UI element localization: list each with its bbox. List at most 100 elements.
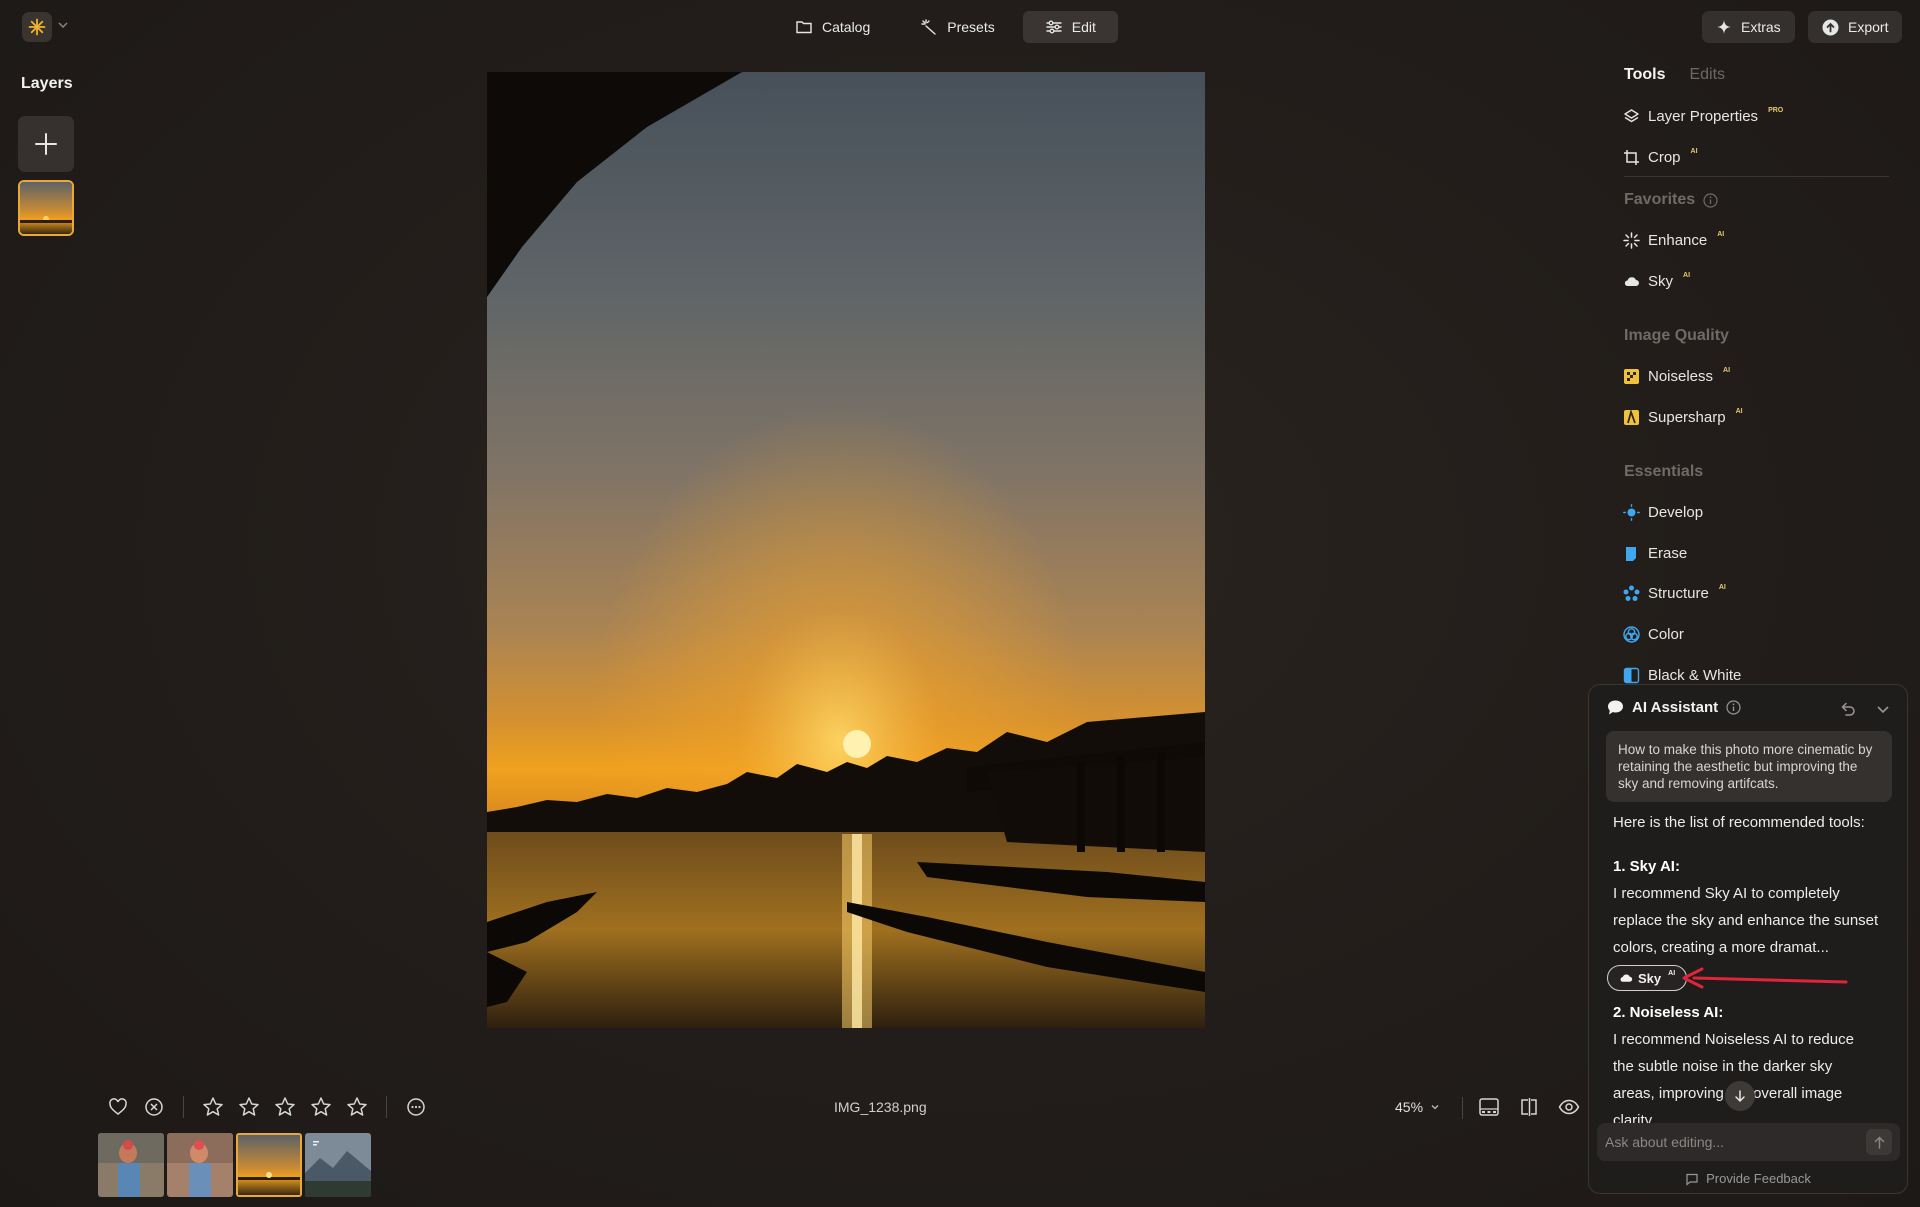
app-logo-button[interactable]: [22, 12, 52, 42]
tool-label: Black & White: [1648, 667, 1742, 684]
arrow-down-icon: [1735, 1090, 1745, 1103]
more-options-icon[interactable]: [403, 1094, 429, 1120]
tool-sky[interactable]: Sky AI: [1623, 272, 1690, 290]
collapse-chevron-icon[interactable]: [1875, 701, 1891, 717]
tool-black-white[interactable]: Black & White: [1623, 667, 1741, 684]
film-thumbnail[interactable]: [167, 1133, 233, 1197]
layer-thumbnail[interactable]: [18, 180, 74, 236]
sparkle-wand-icon: [921, 19, 936, 35]
extras-button[interactable]: Extras: [1702, 11, 1795, 43]
plus-icon: [35, 133, 57, 155]
compare-split-icon[interactable]: [1516, 1094, 1542, 1120]
section-image-quality: Image Quality: [1624, 327, 1729, 345]
portrait-thumbnail-image: [167, 1133, 233, 1197]
info-icon[interactable]: [1703, 192, 1718, 208]
recommendation-text: I recommend Noiseless AI to reduce the s…: [1613, 1031, 1854, 1129]
tool-label: Erase: [1648, 545, 1688, 562]
chip-label: Sky: [1638, 970, 1662, 986]
tool-label: Layer Properties: [1648, 108, 1759, 125]
star-1-icon[interactable]: [200, 1094, 226, 1120]
tool-noiseless[interactable]: Noiseless AI: [1623, 367, 1731, 385]
upload-circle-icon: [1822, 19, 1839, 35]
zoom-dropdown[interactable]: 45%: [1395, 1099, 1441, 1115]
export-button[interactable]: Export: [1808, 11, 1903, 43]
tab-edits[interactable]: Edits: [1689, 66, 1725, 84]
film-thumbnail[interactable]: [98, 1133, 164, 1197]
film-thumbnail-selected[interactable]: [236, 1133, 302, 1197]
arrow-up-icon: [1874, 1135, 1884, 1149]
divider: [386, 1096, 387, 1118]
section-label: Image Quality: [1624, 327, 1729, 344]
tool-label: Enhance: [1648, 232, 1708, 249]
tab-presets-label: Presets: [947, 19, 995, 35]
tool-color[interactable]: Color: [1623, 626, 1684, 643]
chevron-down-icon[interactable]: [56, 18, 70, 32]
sliders-icon: [1046, 20, 1062, 34]
black-white-icon: [1623, 667, 1640, 684]
send-button[interactable]: [1866, 1129, 1892, 1155]
undo-icon[interactable]: [1839, 700, 1857, 718]
panel-tabs: Tools Edits: [1624, 66, 1725, 84]
user-prompt-bubble: How to make this photo more cinematic by…: [1606, 731, 1892, 802]
image-filename: IMG_1238.png: [834, 1099, 927, 1115]
tool-label: Develop: [1648, 504, 1704, 521]
ai-badge: AI: [1718, 584, 1726, 591]
tool-crop[interactable]: Crop AI: [1623, 148, 1698, 166]
ai-badge: AI: [1735, 408, 1743, 415]
feedback-label: Provide Feedback: [1706, 1171, 1811, 1186]
reject-icon[interactable]: [141, 1094, 167, 1120]
favorite-heart-icon[interactable]: [105, 1094, 131, 1120]
pro-badge: PRO: [1768, 107, 1784, 114]
star-5-icon[interactable]: [344, 1094, 370, 1120]
sky-tool-chip[interactable]: Sky AI: [1607, 965, 1688, 991]
ai-badge: AI: [1690, 148, 1698, 155]
ai-chat-input[interactable]: [1597, 1123, 1900, 1161]
tab-catalog-label: Catalog: [822, 19, 871, 35]
tool-layer-properties[interactable]: Layer Properties PRO: [1623, 107, 1784, 125]
tool-structure[interactable]: Structure AI: [1623, 584, 1726, 602]
tool-label: Color: [1648, 626, 1684, 643]
tab-catalog[interactable]: Catalog: [773, 11, 892, 43]
sunset-thumbnail-image: [20, 182, 72, 234]
filmstrip-toggle-icon[interactable]: [1476, 1094, 1502, 1120]
sunset-thumbnail-image: [238, 1135, 300, 1195]
info-icon[interactable]: [1726, 700, 1741, 715]
supersharp-icon: [1623, 409, 1640, 426]
star-2-icon[interactable]: [236, 1094, 262, 1120]
structure-icon: [1623, 585, 1640, 602]
cloud-icon: [1623, 273, 1640, 290]
divider: [183, 1096, 184, 1118]
annotation-arrow: [1682, 967, 1848, 989]
preview-eye-icon[interactable]: [1556, 1094, 1582, 1120]
tool-supersharp[interactable]: Supersharp AI: [1623, 408, 1743, 426]
ai-assistant-title: AI Assistant: [1632, 699, 1719, 716]
recommendation-heading: 2. Noiseless AI:: [1613, 1004, 1724, 1021]
sunset-lake-photo: [487, 72, 1205, 1028]
scroll-down-button[interactable]: [1725, 1081, 1755, 1111]
rating-toolbar: [105, 1094, 429, 1120]
noiseless-icon: [1623, 368, 1640, 385]
divider: [1462, 1097, 1463, 1119]
tool-enhance[interactable]: Enhance AI: [1623, 231, 1724, 249]
crop-icon: [1623, 149, 1640, 166]
film-thumbnail[interactable]: [305, 1133, 371, 1197]
tab-edit[interactable]: Edit: [1022, 11, 1118, 43]
tab-edit-label: Edit: [1071, 19, 1096, 35]
star-4-icon[interactable]: [308, 1094, 334, 1120]
main-photo-canvas[interactable]: [487, 72, 1205, 1028]
tool-erase[interactable]: Erase: [1623, 545, 1687, 562]
provide-feedback-link[interactable]: Provide Feedback: [1589, 1171, 1907, 1186]
tool-develop[interactable]: Develop: [1623, 504, 1703, 521]
ai-badge: AI: [1723, 367, 1731, 374]
add-layer-button[interactable]: [18, 116, 74, 172]
mode-tabs: Catalog Presets Edit: [773, 11, 1118, 43]
tab-presets[interactable]: Presets: [898, 11, 1016, 43]
ask-input[interactable]: [1605, 1134, 1866, 1150]
tab-tools[interactable]: Tools: [1624, 66, 1665, 84]
section-label: Essentials: [1624, 463, 1704, 480]
layers-title: Layers: [21, 75, 73, 92]
color-circles-icon: [1623, 626, 1640, 643]
sparkle-icon: [1717, 20, 1731, 34]
star-3-icon[interactable]: [272, 1094, 298, 1120]
chevron-down-icon: [1431, 1105, 1439, 1110]
